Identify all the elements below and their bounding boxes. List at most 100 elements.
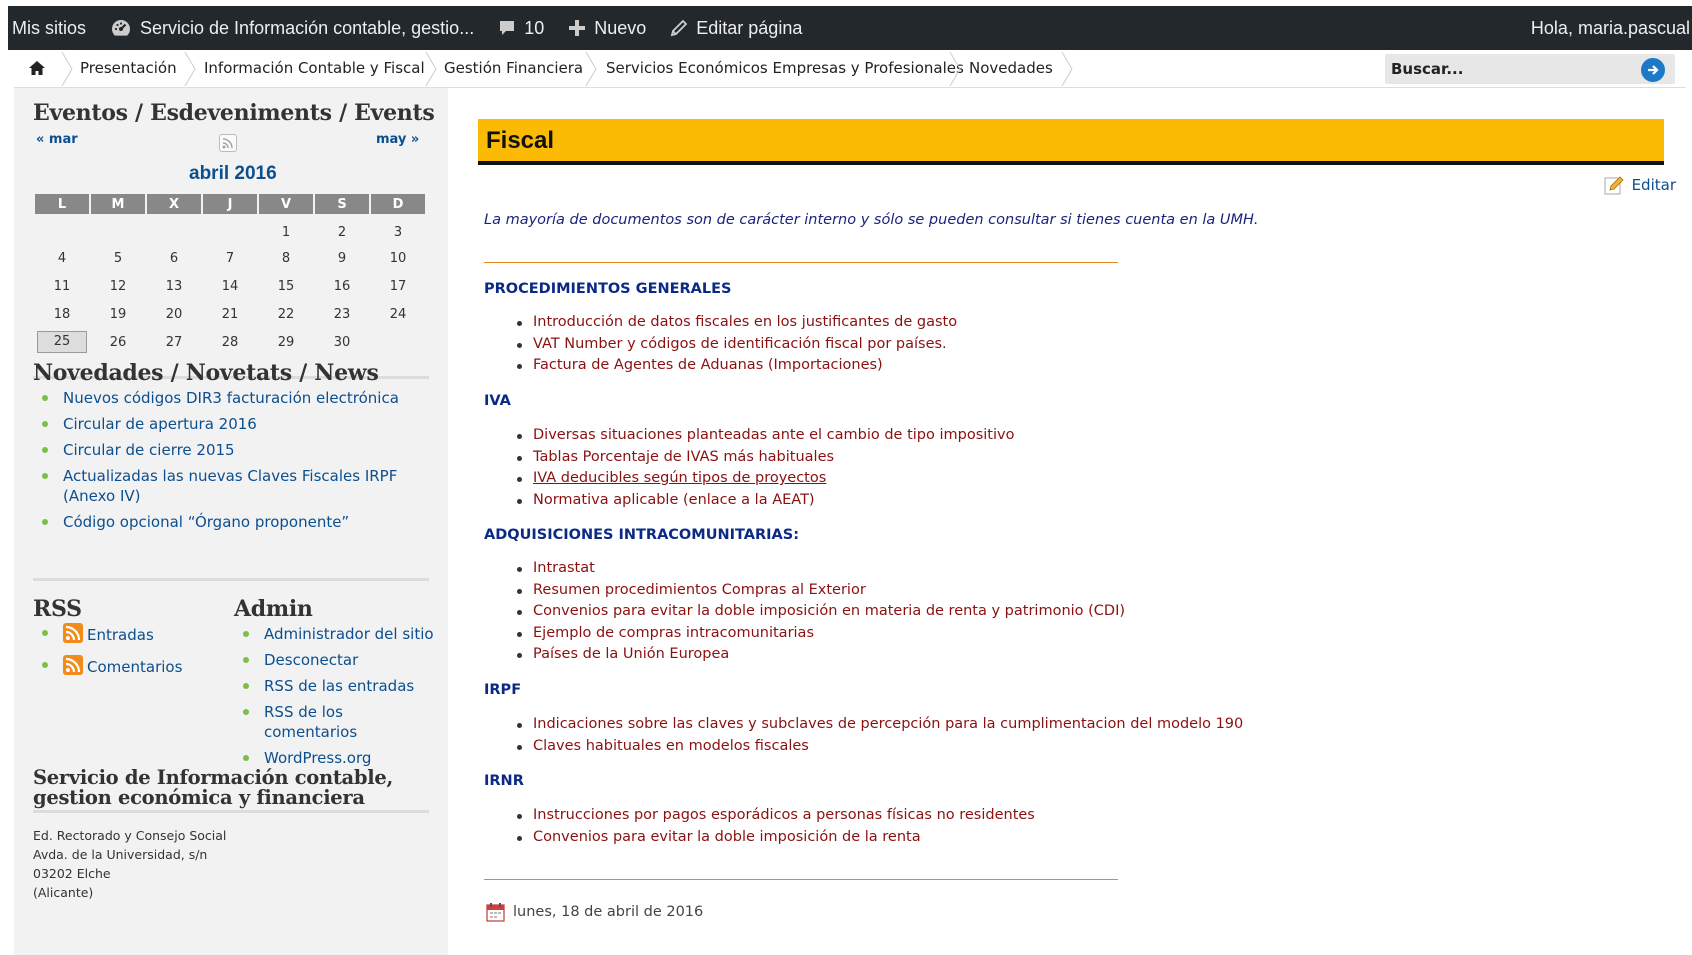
admin-item[interactable]: Desconectar (234, 650, 434, 670)
nav-item-servicios-economicos[interactable]: Servicios Económicos Empresas y Profesio… (606, 50, 964, 86)
document-link[interactable]: Países de la Unión Europea (533, 646, 729, 662)
rss-link[interactable]: Entradas (87, 626, 154, 644)
admin-link[interactable]: RSS de las entradas (264, 677, 414, 695)
news-item[interactable]: Circular de cierre 2015 (33, 440, 413, 460)
today-label: 25 (37, 331, 87, 353)
calendar-grid: L M X J V S D 1 2 3 4 5 6 7 8 9 10 11 12… (33, 194, 427, 356)
divider (484, 262, 1118, 263)
calendar-day: 26 (109, 334, 127, 350)
weekday-header: X (147, 194, 201, 214)
document-link[interactable]: Convenios para evitar la doble imposició… (533, 603, 1125, 619)
home-icon[interactable] (28, 50, 46, 86)
admin-link[interactable]: Administrador del sitio (264, 625, 434, 643)
news-item[interactable]: Nuevos códigos DIR3 facturación electrón… (33, 388, 413, 408)
document-link[interactable]: VAT Number y códigos de identificación f… (533, 336, 947, 352)
document-link[interactable]: Resumen procedimientos Compras al Exteri… (533, 582, 866, 598)
nav-label: Información Contable y Fiscal (204, 59, 425, 77)
document-item[interactable]: Resumen procedimientos Compras al Exteri… (484, 580, 1125, 602)
document-item[interactable]: Introducción de datos fiscales en los ju… (484, 312, 957, 334)
document-item[interactable]: Instrucciones por pagos esporádicos a pe… (484, 805, 1035, 827)
document-item[interactable]: Intrastat (484, 558, 1125, 580)
nav-item-informacion-contable[interactable]: Información Contable y Fiscal (204, 50, 425, 86)
edit-page-label: Editar página (696, 17, 803, 38)
document-item[interactable]: Convenios para evitar la doble imposició… (484, 601, 1125, 623)
document-item[interactable]: Indicaciones sobre las claves y subclave… (484, 714, 1243, 736)
document-item[interactable]: Ejemplo de compras intracomunitarias (484, 623, 1125, 645)
my-sites-menu[interactable]: Mis sitios (8, 6, 98, 50)
nav-separator (61, 52, 73, 86)
document-item[interactable]: Factura de Agentes de Aduanas (Importaci… (484, 355, 957, 377)
calendar-next-link[interactable]: may » (376, 132, 419, 147)
document-link[interactable]: IVA deducibles según tipos de proyectos (533, 470, 826, 486)
new-content-menu[interactable]: Nuevo (556, 6, 658, 50)
document-link[interactable]: Introducción de datos fiscales en los ju… (533, 314, 957, 330)
document-item[interactable]: IVA deducibles según tipos de proyectos (484, 468, 1014, 490)
admin-item[interactable]: RSS de los comentarios (234, 702, 434, 742)
admin-link[interactable]: RSS de los comentarios (264, 703, 357, 741)
calendar-day: 8 (281, 250, 291, 266)
admin-item[interactable]: RSS de las entradas (234, 676, 434, 696)
document-item[interactable]: Países de la Unión Europea (484, 644, 1125, 666)
document-list: Indicaciones sobre las claves y subclave… (484, 714, 1243, 757)
news-link[interactable]: Circular de apertura 2016 (63, 415, 257, 433)
calendar-day (203, 214, 257, 244)
admin-link[interactable]: Desconectar (264, 651, 358, 669)
edit-page-link[interactable]: Editar página (658, 6, 814, 50)
site-name-menu[interactable]: Servicio de Información contable, gestio… (98, 6, 486, 50)
rss-link[interactable]: Comentarios (87, 658, 182, 676)
document-link[interactable]: Indicaciones sobre las claves y subclave… (533, 716, 1243, 732)
calendar-day: 28 (221, 334, 239, 350)
nav-separator (1061, 52, 1073, 86)
calendar-day: 16 (333, 278, 351, 294)
nav-item-novedades[interactable]: Novedades (969, 50, 1053, 86)
news-link[interactable]: Nuevos códigos DIR3 facturación electrón… (63, 389, 399, 407)
admin-link[interactable]: WordPress.org (264, 749, 371, 767)
comments-menu[interactable]: 10 (486, 6, 556, 50)
rss-item[interactable]: Comentarios (33, 655, 213, 677)
document-item[interactable]: Normativa aplicable (enlace a la AEAT) (484, 490, 1014, 512)
rss-feed-icon (63, 655, 83, 675)
document-item[interactable]: Convenios para evitar la doble imposició… (484, 827, 1035, 849)
news-item[interactable]: Código opcional “Órgano proponente” (33, 512, 413, 532)
post-date-label: lunes, 18 de abril de 2016 (513, 904, 704, 920)
address-line: (Alicante) (33, 885, 94, 900)
page-title: Fiscal (486, 127, 555, 154)
calendar-day: 24 (389, 306, 407, 322)
document-link[interactable]: Claves habituales en modelos fiscales (533, 738, 809, 754)
edit-link[interactable]: Editar (1604, 175, 1676, 195)
footer-title: Servicio de Información contable, gestio… (33, 768, 393, 808)
section-heading: ADQUISICIONES INTRACOMUNITARIAS: (484, 527, 800, 543)
search-submit-icon[interactable] (1641, 58, 1665, 82)
calendar-day: 17 (389, 278, 407, 294)
document-item[interactable]: Claves habituales en modelos fiscales (484, 736, 1243, 758)
calendar-day (35, 214, 89, 244)
weekday-header: S (315, 194, 369, 214)
news-link[interactable]: Circular de cierre 2015 (63, 441, 235, 459)
calendar-feed-icon[interactable] (219, 134, 237, 152)
document-link[interactable]: Diversas situaciones planteadas ante el … (533, 427, 1014, 443)
news-item[interactable]: Actualizadas las nuevas Claves Fiscales … (33, 466, 413, 506)
admin-item[interactable]: Administrador del sitio (234, 624, 434, 644)
news-link[interactable]: Código opcional “Órgano proponente” (63, 513, 349, 531)
admin-item[interactable]: WordPress.org (234, 748, 434, 768)
document-item[interactable]: Diversas situaciones planteadas ante el … (484, 425, 1014, 447)
search-input[interactable] (1385, 55, 1625, 83)
document-link[interactable]: Convenios para evitar la doble imposició… (533, 829, 921, 845)
nav-item-gestion-financiera[interactable]: Gestión Financiera (444, 50, 583, 86)
document-link[interactable]: Ejemplo de compras intracomunitarias (533, 625, 814, 641)
document-link[interactable]: Factura de Agentes de Aduanas (Importaci… (533, 357, 883, 373)
calendar-prev-link[interactable]: « mar (36, 132, 78, 147)
document-link[interactable]: Normativa aplicable (enlace a la AEAT) (533, 492, 815, 508)
document-link[interactable]: Tablas Porcentaje de IVAS más habituales (533, 449, 834, 465)
site-name-label: Servicio de Información contable, gestio… (140, 17, 475, 38)
account-menu[interactable]: Hola, maria.pascual (1519, 6, 1692, 50)
document-link[interactable]: Intrastat (533, 560, 595, 576)
news-link[interactable]: Actualizadas las nuevas Claves Fiscales … (63, 467, 397, 505)
news-item[interactable]: Circular de apertura 2016 (33, 414, 413, 434)
dashboard-icon (110, 18, 132, 38)
document-item[interactable]: VAT Number y códigos de identificación f… (484, 334, 957, 356)
document-item[interactable]: Tablas Porcentaje de IVAS más habituales (484, 447, 1014, 469)
rss-item[interactable]: Entradas (33, 623, 213, 645)
nav-item-presentacion[interactable]: Presentación (80, 50, 177, 86)
document-link[interactable]: Instrucciones por pagos esporádicos a pe… (533, 807, 1035, 823)
